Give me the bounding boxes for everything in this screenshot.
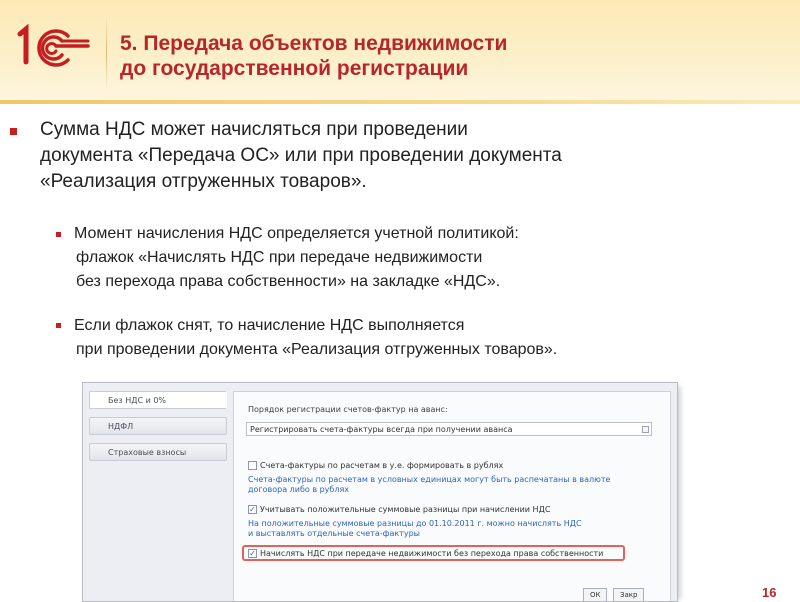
advance-select[interactable]: Регистрировать счета-фактуры всегда при … [246, 422, 652, 436]
sub-bullet-2-line-2: при проведении документа «Реализация отг… [76, 341, 558, 358]
checkbox-vat-real-estate-label: Начислять НДС при передаче недвижимости … [260, 549, 604, 558]
sub-bullet-marker-icon [56, 323, 61, 328]
main-bullet-line-1: Сумма НДС может начисляться при проведен… [40, 119, 468, 140]
sub-bullet-1-line-2: флажок «Начислять НДС при передаче недви… [76, 249, 483, 266]
tab-insurance[interactable]: Страховые взносы [89, 443, 227, 461]
sub-bullet-marker-icon [56, 232, 61, 237]
title-line-2: до государственной регистрации [120, 57, 469, 80]
sub-bullet-1-line-1: Момент начисления НДС определяется учетн… [74, 225, 519, 242]
checkbox-sum-differences-label: Учитывать положительные суммовые разницы… [260, 505, 551, 514]
advance-select-value: Регистрировать счета-фактуры всегда при … [250, 425, 513, 434]
advance-label: Порядок регистрации счетов-фактур на ава… [248, 405, 448, 414]
dialog-buttons: ОК Закр [583, 588, 673, 601]
settings-screenshot: Без НДС и 0% НДФЛ Страховые взносы Поряд… [82, 382, 678, 602]
checkbox-vat-real-estate[interactable]: ✓ [248, 549, 257, 558]
sub-bullet-2-line-1: Если флажок снят, то начисление НДС выпо… [74, 317, 465, 334]
main-bullet-line-2: документа «Передача ОС» или при проведен… [40, 145, 562, 166]
settings-pane: Порядок регистрации счетов-фактур на ава… [233, 391, 671, 601]
1c-logo-icon [17, 24, 90, 67]
checkbox-sum-differences[interactable]: ✓ [248, 505, 257, 514]
sub-bullet-1-text: Момент начисления НДС определяется учетн… [74, 222, 774, 294]
hint-differences-line-1: На положительные суммовые разницы до 01.… [248, 519, 582, 528]
header-divider [0, 100, 800, 104]
hint-currency-line-1: Счета-фактуры по расчетам в условных еди… [248, 475, 611, 484]
page-title: 5. Передача объектов недвижимости до гос… [120, 31, 720, 81]
checkbox-currency-invoices-label: Счета-фактуры по расчетам в у.е. формиро… [260, 461, 504, 470]
main-bullet-line-3: «Реализация отгруженных товаров». [40, 171, 367, 192]
sub-bullet-1-line-3: без перехода права собственности» на зак… [76, 273, 501, 290]
logo-divider [106, 14, 107, 90]
tab-vat-zero[interactable]: Без НДС и 0% [89, 391, 227, 409]
hint-currency-line-2: договора либо в рублях [248, 485, 350, 494]
tab-ndfl[interactable]: НДФЛ [89, 417, 227, 435]
title-line-1: 5. Передача объектов недвижимости [120, 32, 508, 55]
checkbox-currency-invoices[interactable] [248, 461, 257, 470]
bullet-marker-icon [10, 128, 17, 135]
sub-bullet-2-text: Если флажок снят, то начисление НДС выпо… [74, 314, 774, 362]
page-number: 16 [762, 585, 777, 600]
hint-differences-line-2: и выставлять отдельные счета-фактуры [248, 529, 420, 538]
main-bullet-text: Сумма НДС может начисляться при проведен… [40, 117, 760, 195]
tabs-pane: Без НДС и 0% НДФЛ Страховые взносы [89, 391, 229, 601]
dropdown-icon[interactable] [642, 426, 649, 433]
